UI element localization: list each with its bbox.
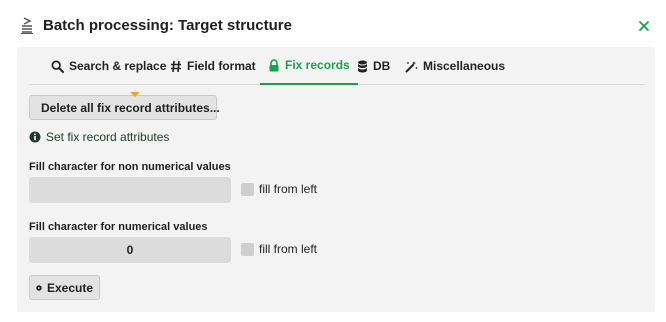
tab-field-format[interactable]: Field format — [162, 47, 264, 85]
tab-label: DB — [373, 59, 391, 73]
non-numerical-fill-label: Fill character for non numerical values — [29, 161, 231, 173]
title-bar: Batch processing: Target structure — [0, 0, 666, 50]
window-title: Batch processing: Target structure — [43, 17, 292, 34]
lock-icon — [269, 58, 279, 71]
tab-miscellaneous[interactable]: Miscellaneous — [397, 47, 513, 85]
dropdown-caret — [130, 92, 140, 97]
tab-db[interactable]: DB — [349, 47, 398, 85]
info-text: Set fix record attributes — [46, 130, 170, 144]
fill-from-left-checkbox[interactable] — [241, 242, 254, 256]
info-icon — [29, 131, 41, 143]
fill-from-left-label: fill from left — [259, 182, 318, 196]
numerical-fill-from-left[interactable]: fill from left — [241, 242, 317, 256]
tab-search-replace[interactable]: Search & replace — [43, 47, 174, 85]
tab-label: Search & replace — [69, 59, 167, 73]
tab-bar: Search & replace Field format Fix record… — [29, 47, 645, 85]
numerical-fill-label: Fill character for numerical values — [29, 221, 208, 233]
stack-icon — [21, 17, 33, 34]
dialog-panel: Search & replace Field format Fix record… — [17, 47, 655, 312]
tab-label: Miscellaneous — [423, 59, 506, 73]
execute-button[interactable]: Execute — [29, 275, 100, 300]
magic-wand-icon — [405, 60, 418, 72]
tab-fix-records[interactable]: Fix records — [260, 47, 358, 85]
delete-fix-record-attributes-button[interactable]: Delete all fix record attributes... — [29, 92, 220, 120]
close-icon[interactable] — [637, 19, 651, 33]
tab-label: Fix records — [285, 58, 350, 72]
play-icon — [36, 284, 42, 291]
non-numerical-fill-input[interactable] — [29, 177, 231, 203]
fill-from-left-checkbox[interactable] — [241, 182, 254, 196]
non-numerical-fill-from-left[interactable]: fill from left — [241, 182, 317, 196]
delete-button-label: Delete all fix record attributes... — [41, 100, 220, 115]
fill-from-left-label: fill from left — [259, 242, 318, 256]
info-message: Set fix record attributes — [29, 130, 169, 144]
tab-label: Field format — [187, 59, 256, 73]
hash-icon — [171, 60, 181, 72]
numerical-fill-input[interactable] — [29, 237, 231, 263]
execute-label: Execute — [46, 280, 93, 295]
search-icon — [51, 60, 64, 73]
database-icon — [358, 60, 367, 72]
